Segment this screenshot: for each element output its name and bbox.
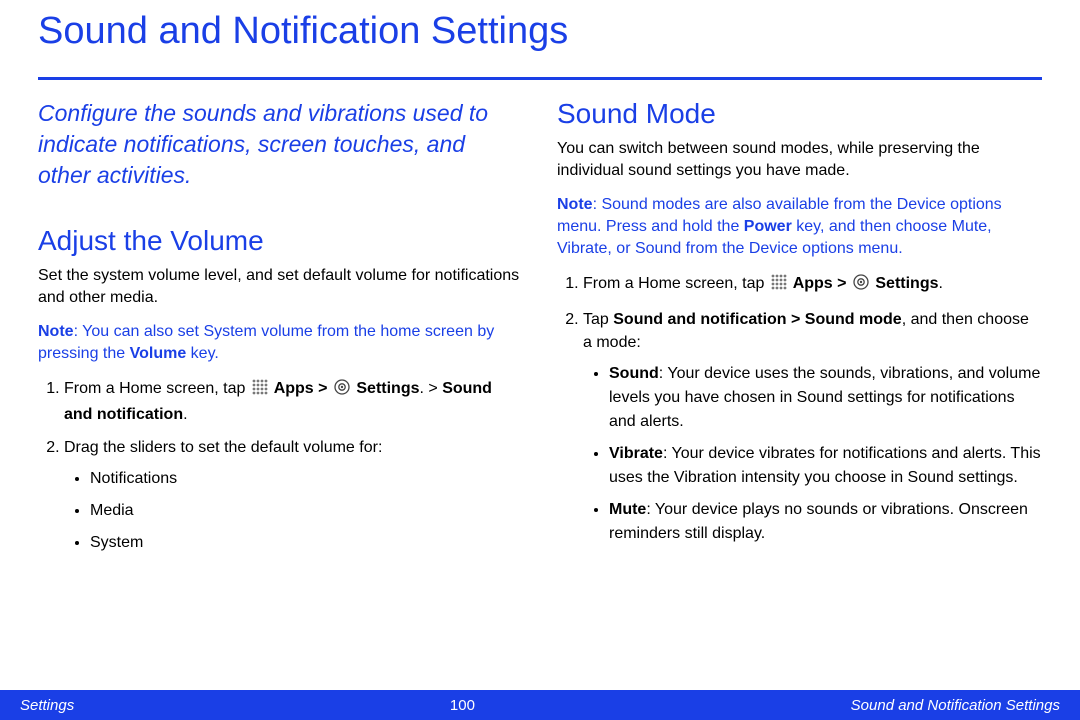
step-1: From a Home screen, tap Apps > Settings. [583, 272, 1042, 297]
list-item: Media [90, 499, 523, 523]
page-footer: Settings 100 Sound and Notification Sett… [0, 690, 1080, 720]
sound-mode-heading: Sound Mode [557, 98, 1042, 130]
sound-mode-list: Sound: Your device uses the sounds, vibr… [583, 362, 1042, 546]
step-1: From a Home screen, tap Apps > Settings.… [64, 377, 523, 425]
sound-mode-steps: From a Home screen, tap Apps > Settings.… [557, 272, 1042, 546]
right-column: Sound Mode You can switch between sound … [557, 98, 1042, 565]
sound-mode-desc: You can switch between sound modes, whil… [557, 138, 1042, 182]
step-2: Tap Sound and notification > Sound mode,… [583, 308, 1042, 546]
apps-grid-icon [252, 379, 268, 402]
footer-page-number: 100 [450, 697, 475, 714]
footer-right: Sound and Notification Settings [851, 697, 1060, 714]
list-item: Notifications [90, 467, 523, 491]
list-item: Mute: Your device plays no sounds or vib… [609, 498, 1042, 546]
settings-gear-icon [853, 274, 869, 297]
apps-grid-icon [771, 274, 787, 297]
list-item: Vibrate: Your device vibrates for notifi… [609, 442, 1042, 490]
adjust-volume-note: Note: You can also set System volume fro… [38, 321, 523, 365]
adjust-volume-heading: Adjust the Volume [38, 225, 523, 257]
sound-mode-note: Note: Sound modes are also available fro… [557, 194, 1042, 260]
left-column: Configure the sounds and vibrations used… [38, 98, 523, 565]
settings-gear-icon [334, 379, 350, 402]
note-label: Note [38, 323, 74, 340]
footer-left: Settings [20, 697, 74, 714]
list-item: System [90, 531, 523, 555]
list-item: Sound: Your device uses the sounds, vibr… [609, 362, 1042, 434]
note-label: Note [557, 196, 593, 213]
page-title: Sound and Notification Settings [38, 10, 1042, 59]
page: Sound and Notification Settings Configur… [0, 0, 1080, 720]
step-2: Drag the sliders to set the default volu… [64, 436, 523, 555]
adjust-volume-desc: Set the system volume level, and set def… [38, 265, 523, 309]
title-rule [38, 77, 1042, 80]
adjust-volume-steps: From a Home screen, tap Apps > Settings.… [38, 377, 523, 555]
intro-text: Configure the sounds and vibrations used… [38, 98, 523, 191]
volume-bullets: Notifications Media System [64, 467, 523, 555]
columns: Configure the sounds and vibrations used… [38, 98, 1042, 565]
